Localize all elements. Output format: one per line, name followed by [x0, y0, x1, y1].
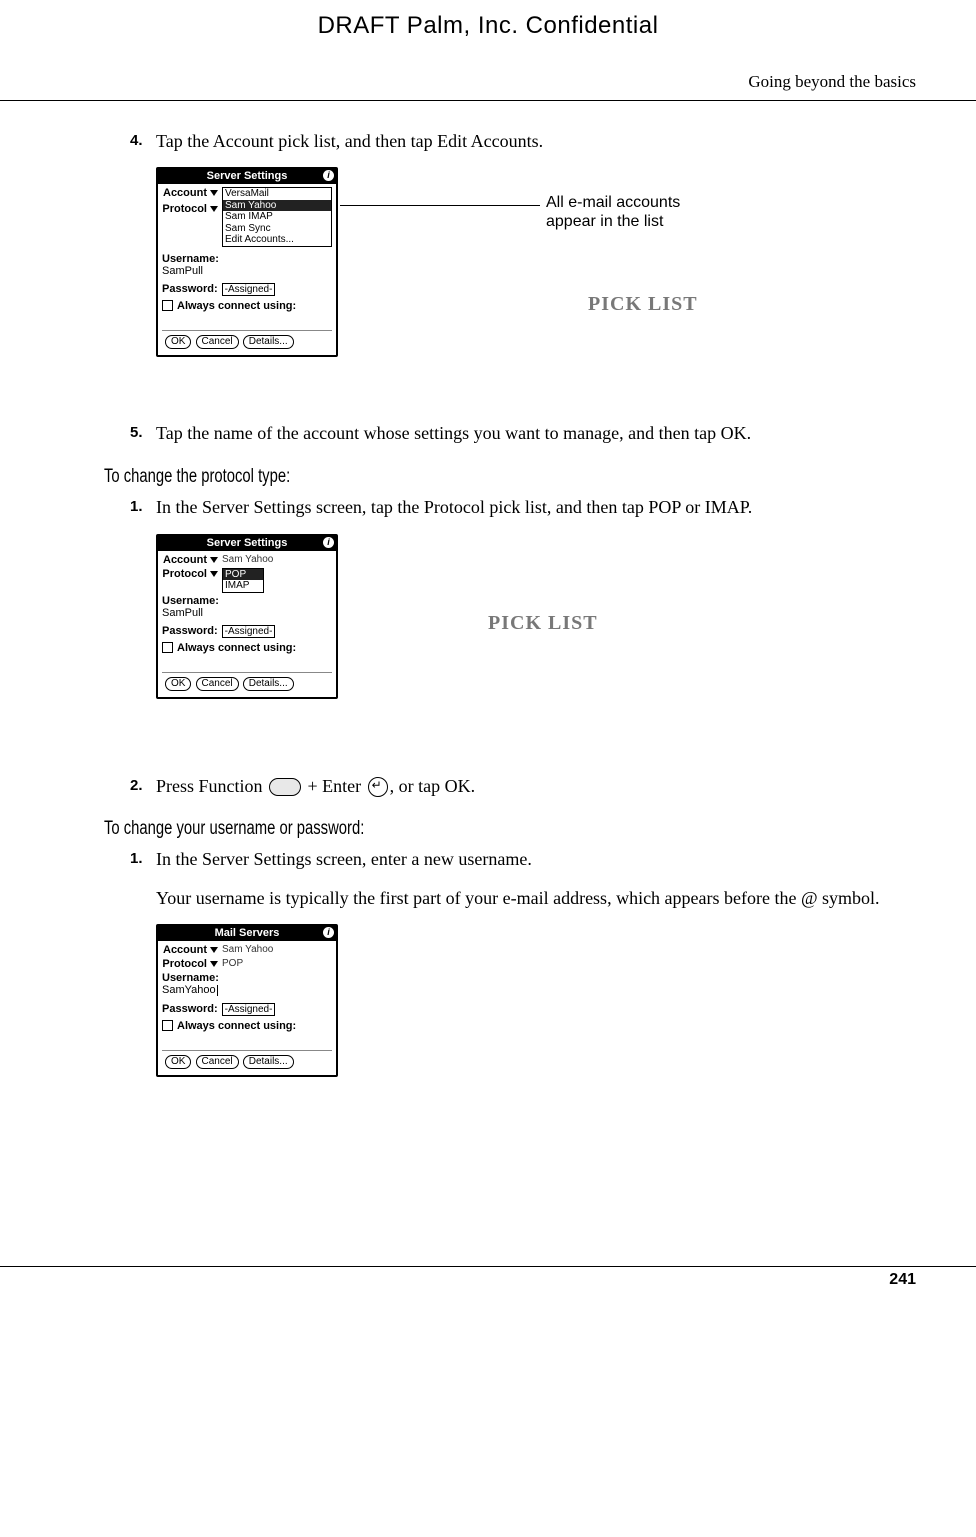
dropdown-item[interactable]: IMAP	[223, 580, 263, 592]
always-connect-label: Always connect using:	[177, 642, 296, 654]
always-connect-label: Always connect using:	[177, 1020, 296, 1032]
cancel-button[interactable]: Cancel	[196, 1055, 239, 1069]
step-text: Tap the Account pick list, and then tap …	[156, 129, 916, 153]
chevron-down-icon[interactable]	[210, 947, 218, 953]
draft-confidential-header: DRAFT Palm, Inc. Confidential	[0, 0, 976, 40]
palm-window-server-settings-1: Server Settings i Account VersaMail Sam …	[156, 167, 338, 357]
username-field[interactable]: SamPull	[162, 607, 332, 619]
enter-key-icon	[368, 777, 388, 797]
account-label: Account	[162, 554, 218, 566]
step-number: 1.	[130, 495, 156, 519]
step-username-1: 1. In the Server Settings screen, enter …	[130, 847, 916, 910]
page-content: 4. Tap the Account pick list, and then t…	[0, 101, 976, 1186]
dropdown-item[interactable]: Sam Sync	[223, 223, 331, 235]
step-text: In the Server Settings screen, tap the P…	[156, 495, 916, 519]
dropdown-item-selected[interactable]: POP	[223, 569, 263, 581]
always-connect-label: Always connect using:	[177, 300, 296, 312]
ok-button[interactable]: OK	[165, 677, 191, 691]
protocol-label: Protocol	[162, 203, 218, 215]
step-text: Tap the name of the account whose settin…	[156, 421, 916, 445]
step-protocol-1: 1. In the Server Settings screen, tap th…	[130, 495, 916, 519]
protocol-label: Protocol	[162, 568, 218, 580]
callout-line	[340, 205, 540, 206]
info-icon[interactable]: i	[323, 927, 334, 938]
dropdown-item[interactable]: Sam IMAP	[223, 211, 331, 223]
chevron-down-icon[interactable]	[210, 206, 218, 212]
protocol-dropdown[interactable]: POP IMAP	[222, 568, 264, 593]
figure-3: Mail Servers i Account Sam Yahoo Protoco…	[156, 924, 916, 1166]
account-value: Sam Yahoo	[222, 554, 273, 565]
account-label: Account	[162, 944, 218, 956]
section-title: Going beyond the basics	[0, 40, 976, 100]
password-field[interactable]: -Assigned-	[222, 283, 276, 296]
cancel-button[interactable]: Cancel	[196, 677, 239, 691]
figure-2: Server Settings i Account Sam Yahoo Prot…	[156, 534, 916, 752]
text-cursor	[217, 985, 218, 996]
protocol-value: POP	[222, 958, 243, 969]
window-title: Server Settings i	[158, 169, 336, 184]
always-connect-checkbox[interactable]	[162, 1020, 173, 1031]
palm-window-server-settings-2: Server Settings i Account Sam Yahoo Prot…	[156, 534, 338, 699]
window-title: Server Settings i	[158, 536, 336, 551]
cancel-button[interactable]: Cancel	[196, 335, 239, 349]
dropdown-item[interactable]: VersaMail	[223, 188, 331, 200]
account-value: Sam Yahoo	[222, 944, 273, 955]
page-number: 241	[889, 1271, 916, 1288]
step-number: 2.	[130, 774, 156, 798]
step-text: In the Server Settings screen, enter a n…	[156, 847, 916, 910]
step-number: 4.	[130, 129, 156, 153]
username-label: Username:	[162, 595, 328, 607]
window-title: Mail Servers i	[158, 926, 336, 941]
title-text: Server Settings	[207, 537, 288, 549]
chevron-down-icon[interactable]	[210, 961, 218, 967]
step-text: Press Function + Enter , or tap OK.	[156, 774, 916, 798]
password-label: Password:	[162, 283, 218, 295]
username-field[interactable]: SamYahoo	[162, 984, 332, 996]
step-para: Your username is typically the first par…	[156, 886, 916, 910]
always-connect-checkbox[interactable]	[162, 300, 173, 311]
step-number: 5.	[130, 421, 156, 445]
subheading-protocol: To change the protocol type:	[104, 464, 737, 490]
subheading-username: To change your username or password:	[104, 816, 737, 842]
dropdown-item[interactable]: Edit Accounts...	[223, 234, 331, 246]
picklist-label: PICK LIST	[488, 610, 598, 637]
info-icon[interactable]: i	[323, 537, 334, 548]
chevron-down-icon[interactable]	[210, 571, 218, 577]
info-icon[interactable]: i	[323, 170, 334, 181]
figure-1: Server Settings i Account VersaMail Sam …	[156, 167, 916, 399]
password-field[interactable]: -Assigned-	[222, 625, 276, 638]
details-button[interactable]: Details...	[243, 677, 294, 691]
chevron-down-icon[interactable]	[210, 557, 218, 563]
ok-button[interactable]: OK	[165, 1055, 191, 1069]
title-text: Mail Servers	[215, 927, 280, 939]
page-footer: 241	[0, 1266, 976, 1289]
picklist-label: PICK LIST	[588, 291, 698, 318]
details-button[interactable]: Details...	[243, 335, 294, 349]
step-2-press-function: 2. Press Function + Enter , or tap OK.	[130, 774, 916, 798]
details-button[interactable]: Details...	[243, 1055, 294, 1069]
callout-text: All e-mail accountsappear in the list	[546, 193, 680, 231]
username-field[interactable]: SamPull	[162, 265, 332, 277]
always-connect-checkbox[interactable]	[162, 642, 173, 653]
title-text: Server Settings	[207, 170, 288, 182]
protocol-label: Protocol	[162, 958, 218, 970]
account-dropdown[interactable]: VersaMail Sam Yahoo Sam IMAP Sam Sync Ed…	[222, 187, 332, 247]
password-label: Password:	[162, 625, 218, 637]
dropdown-item-selected[interactable]: Sam Yahoo	[223, 200, 331, 212]
username-label: Username:	[162, 253, 328, 265]
ok-button[interactable]: OK	[165, 335, 191, 349]
password-field[interactable]: -Assigned-	[222, 1003, 276, 1016]
step-number: 1.	[130, 847, 156, 910]
palm-window-mail-servers: Mail Servers i Account Sam Yahoo Protoco…	[156, 924, 338, 1077]
step-4: 4. Tap the Account pick list, and then t…	[130, 129, 916, 153]
account-label: Account	[162, 187, 218, 199]
step-5: 5. Tap the name of the account whose set…	[130, 421, 916, 445]
function-key-icon	[269, 778, 301, 796]
chevron-down-icon[interactable]	[210, 190, 218, 196]
username-label: Username:	[162, 972, 328, 984]
password-label: Password:	[162, 1003, 218, 1015]
